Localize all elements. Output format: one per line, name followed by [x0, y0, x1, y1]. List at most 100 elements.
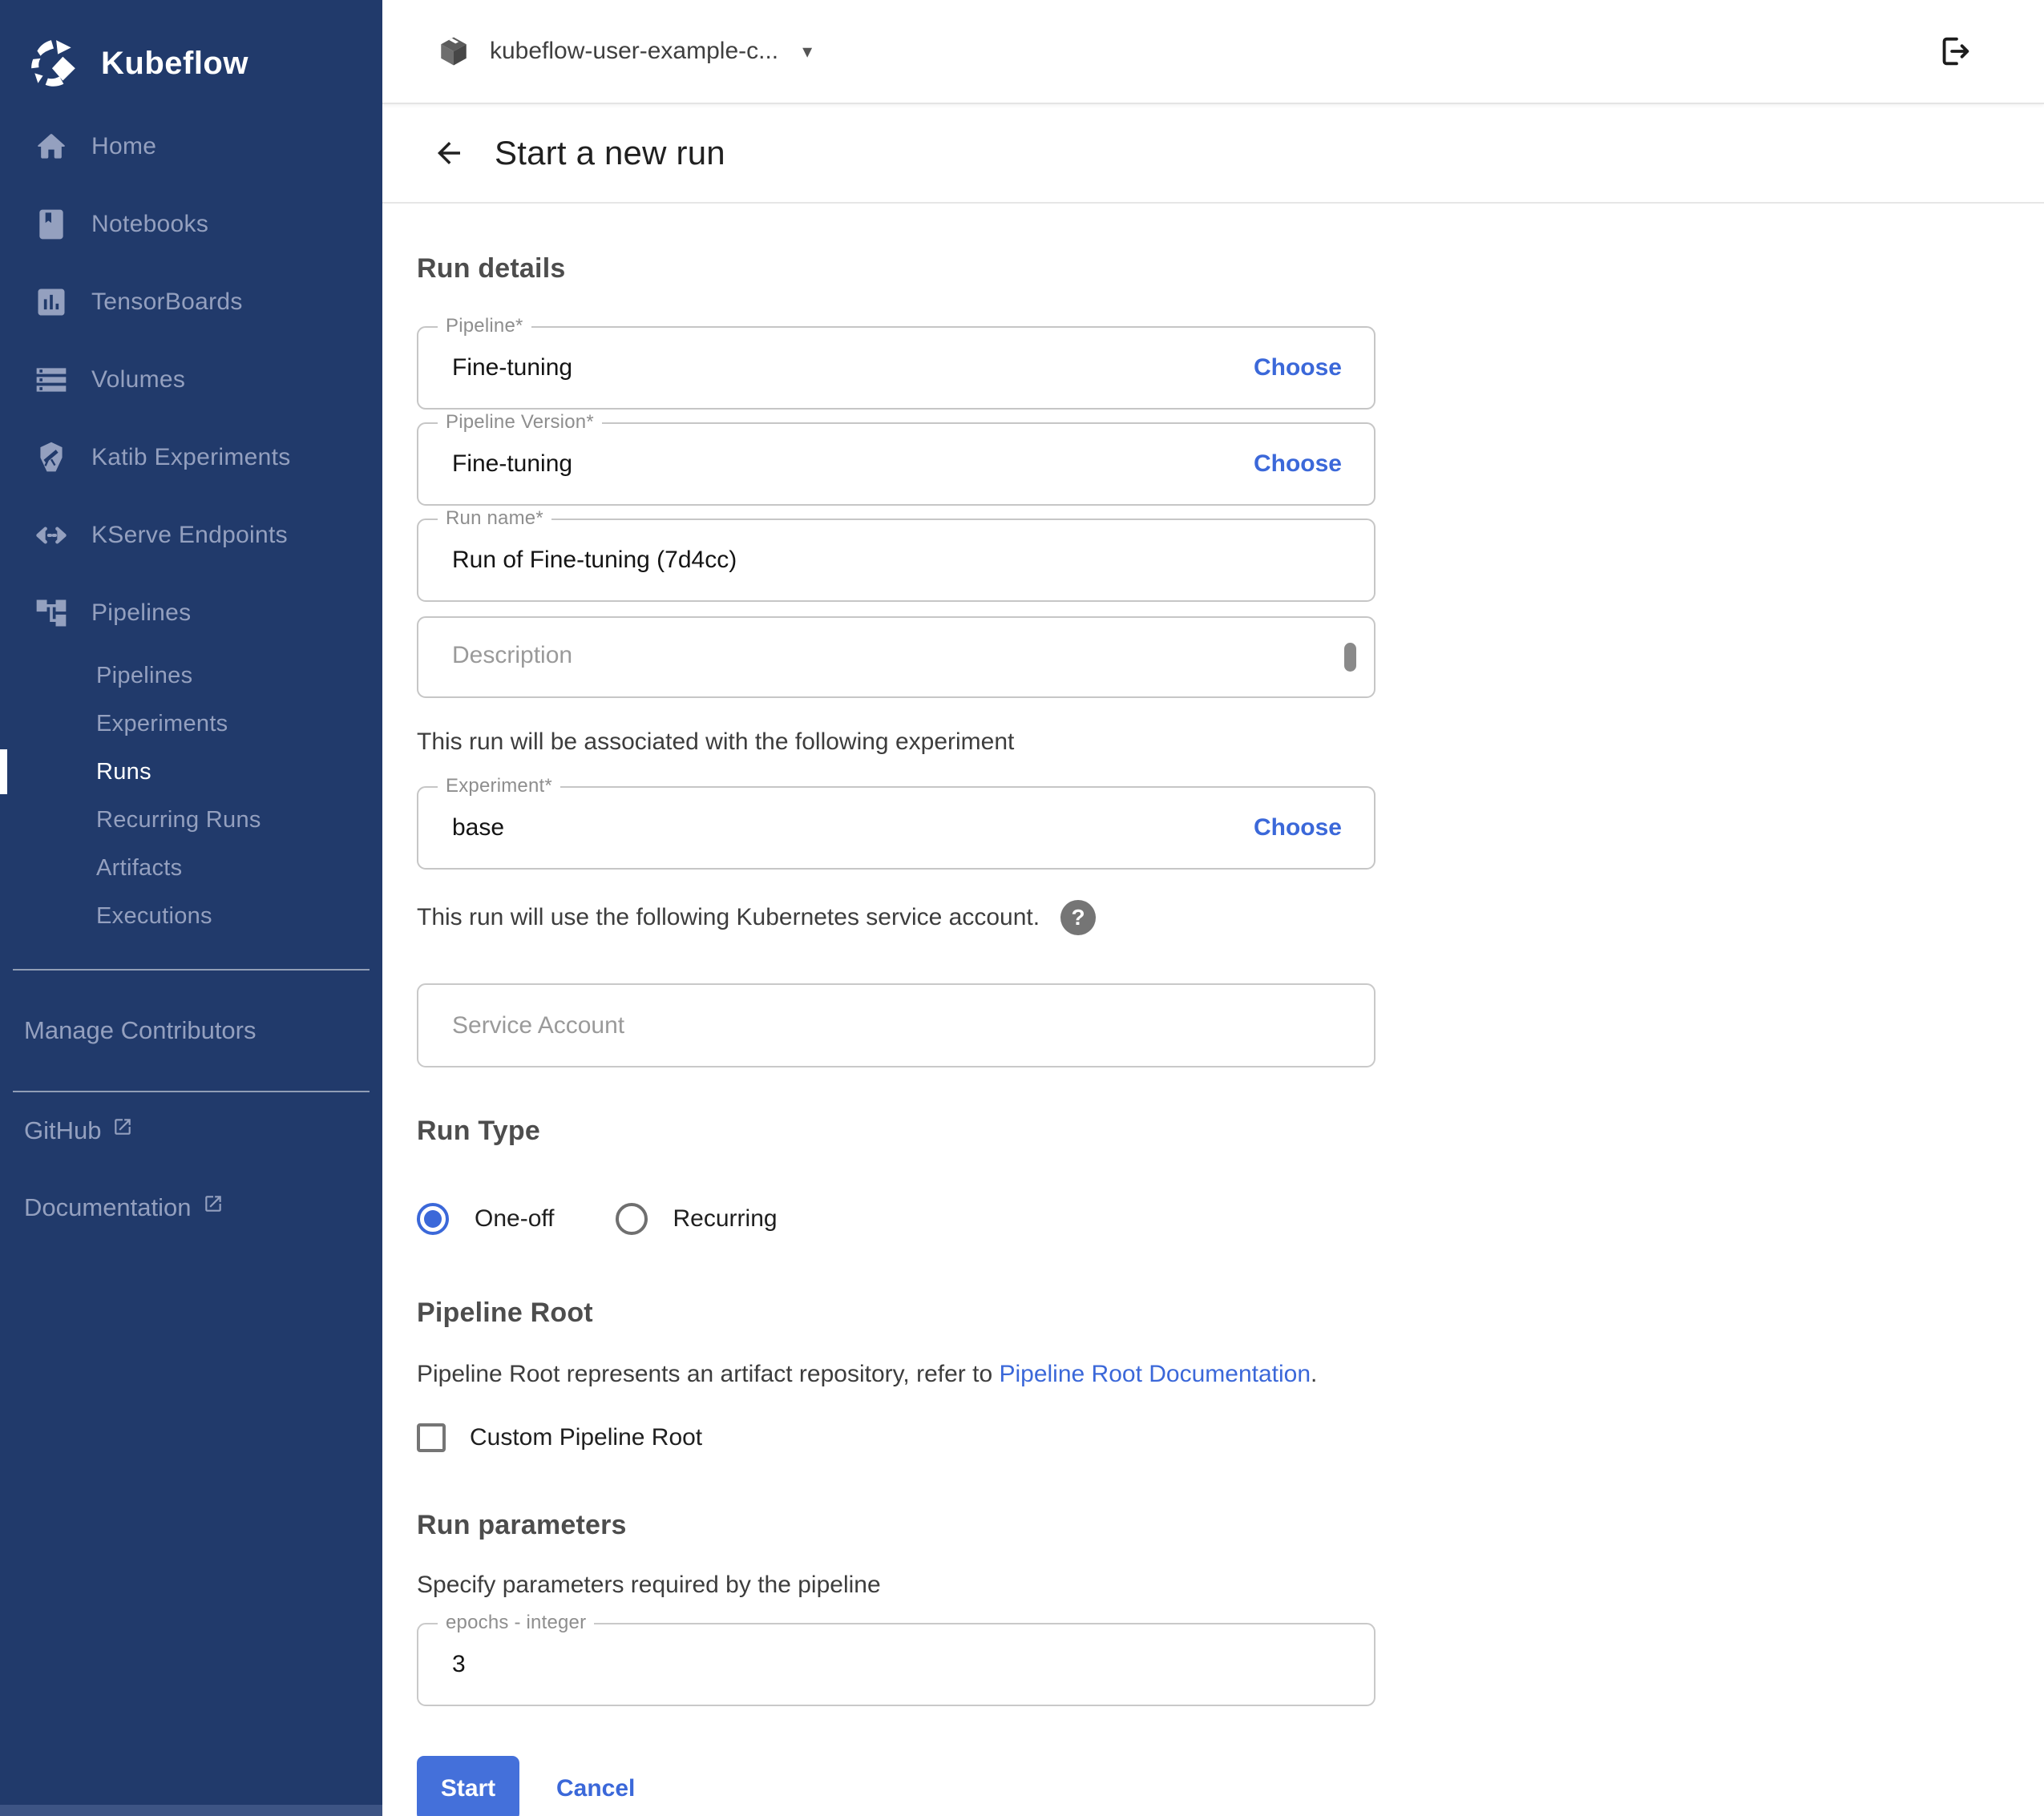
external-link-icon [203, 1192, 224, 1213]
run-type-options: One-off Recurring [417, 1203, 2044, 1235]
pipeline-field-label: Pipeline* [438, 315, 531, 337]
radio-label: One-off [475, 1205, 555, 1233]
run-form: Run details Pipeline* Choose Pipeline Ve… [382, 204, 2044, 1816]
namespace-cube-icon [437, 34, 471, 68]
logout-button[interactable] [1937, 33, 1973, 70]
pipeline-input[interactable] [418, 344, 1254, 392]
sidebar-subitem-runs[interactable]: Runs [0, 748, 382, 796]
experiment-choose-button[interactable]: Choose [1254, 814, 1342, 841]
sidebar-item-manage-contributors[interactable]: Manage Contributors [0, 995, 382, 1067]
sidebar-subitem-label: Recurring Runs [96, 807, 261, 833]
back-button[interactable] [432, 136, 466, 170]
radio-unselected-icon [616, 1203, 648, 1235]
sidebar-bottom-strip [0, 1805, 382, 1816]
service-account-note: This run will use the following Kubernet… [417, 904, 1040, 931]
service-account-field [417, 983, 1375, 1067]
experiment-input[interactable] [418, 804, 1254, 852]
external-link-icon [112, 1115, 133, 1136]
pipelines-icon [34, 595, 69, 631]
namespace-name: kubeflow-user-example-c... [490, 38, 778, 65]
service-account-input[interactable] [418, 1002, 1374, 1050]
pipeline-root-heading: Pipeline Root [417, 1297, 2044, 1329]
experiment-note: This run will be associated with the fol… [417, 728, 1539, 756]
namespace-selector[interactable]: kubeflow-user-example-c... ▾ [437, 34, 812, 68]
github-link-label: GitHub [24, 1116, 101, 1145]
kubeflow-logo[interactable]: Kubeflow [0, 0, 382, 103]
sidebar-subitem-label: Artifacts [96, 855, 182, 882]
sidebar-link-documentation[interactable]: Documentation [0, 1169, 382, 1246]
sidebar-subitem-label: Experiments [96, 711, 228, 737]
pipeline-version-choose-button[interactable]: Choose [1254, 450, 1342, 478]
pipeline-choose-button[interactable]: Choose [1254, 354, 1342, 381]
sidebar-item-katib-experiments[interactable]: Katib Experiments [0, 418, 382, 496]
divider [13, 969, 370, 971]
kubeflow-logo-text: Kubeflow [101, 46, 248, 82]
active-indicator [0, 749, 7, 794]
home-icon [34, 129, 69, 164]
sidebar-item-label: TensorBoards [91, 289, 243, 316]
custom-pipeline-root-option[interactable]: Custom Pipeline Root [417, 1423, 2044, 1452]
run-parameters-heading: Run parameters [417, 1510, 2044, 1541]
sidebar-item-pipelines[interactable]: Pipelines [0, 574, 382, 652]
pipeline-root-note: Pipeline Root represents an artifact rep… [417, 1361, 1539, 1388]
notebook-icon [34, 207, 69, 242]
sidebar-item-label: Katib Experiments [91, 444, 291, 471]
epochs-input[interactable] [418, 1640, 1374, 1689]
start-button[interactable]: Start [417, 1756, 519, 1816]
cancel-button[interactable]: Cancel [556, 1775, 635, 1802]
sidebar-item-label: KServe Endpoints [91, 522, 288, 549]
page-title: Start a new run [495, 134, 725, 172]
sidebar-subitem-recurring-runs[interactable]: Recurring Runs [0, 796, 382, 844]
sidebar-subitem-executions[interactable]: Executions [0, 892, 382, 940]
back-arrow-icon [432, 136, 466, 170]
run-name-field-label: Run name* [438, 507, 551, 530]
help-icon[interactable]: ? [1060, 900, 1096, 935]
sidebar-item-label: Volumes [91, 366, 185, 393]
kubeflow-app: Kubeflow Home Notebooks TensorBoards [0, 0, 2044, 1816]
sidebar-subitem-label: Executions [96, 903, 212, 930]
sidebar-item-kserve-endpoints[interactable]: KServe Endpoints [0, 496, 382, 574]
pipeline-root-note-text: Pipeline Root represents an artifact rep… [417, 1361, 999, 1387]
form-actions: Start Cancel [417, 1756, 2044, 1816]
run-type-recurring-option[interactable]: Recurring [616, 1203, 778, 1235]
pipeline-version-input[interactable] [418, 440, 1254, 488]
page-header: Start a new run [382, 104, 2044, 204]
sidebar-link-github[interactable]: GitHub [0, 1092, 382, 1169]
bar-chart-icon [34, 285, 69, 320]
pipeline-field: Pipeline* Choose [417, 326, 1375, 410]
sidebar-item-label: Home [91, 133, 156, 160]
sidebar-subitem-artifacts[interactable]: Artifacts [0, 844, 382, 892]
kubeflow-logo-icon [27, 37, 80, 90]
pipeline-root-doc-link[interactable]: Pipeline Root Documentation [999, 1361, 1311, 1387]
run-name-input[interactable] [418, 536, 1374, 584]
main-area: kubeflow-user-example-c... ▾ Start a new… [382, 0, 2044, 1816]
sidebar-item-label: Notebooks [91, 211, 208, 238]
sidebar-item-label: Pipelines [91, 599, 191, 627]
run-parameters-note: Specify parameters required by the pipel… [417, 1572, 1539, 1599]
sidebar-item-tensorboards[interactable]: TensorBoards [0, 263, 382, 341]
manage-contributors-label: Manage Contributors [24, 1016, 257, 1045]
pipeline-version-field: Pipeline Version* Choose [417, 422, 1375, 506]
run-name-field: Run name* [417, 519, 1375, 602]
experiment-field: Experiment* Choose [417, 786, 1375, 870]
sidebar-item-notebooks[interactable]: Notebooks [0, 185, 382, 263]
custom-pipeline-root-label: Custom Pipeline Root [470, 1424, 702, 1451]
sidebar-item-home[interactable]: Home [0, 107, 382, 185]
sidebar-subitem-label: Runs [96, 759, 151, 785]
run-details-heading: Run details [417, 253, 2044, 285]
sidebar-subitem-label: Pipelines [96, 663, 192, 689]
documentation-link-label: Documentation [24, 1193, 192, 1222]
run-type-heading: Run Type [417, 1116, 2044, 1147]
pipeline-root-note-period: . [1311, 1361, 1317, 1387]
sidebar-subitem-pipelines[interactable]: Pipelines [0, 652, 382, 700]
pipeline-version-field-label: Pipeline Version* [438, 411, 602, 434]
sidebar-item-volumes[interactable]: Volumes [0, 341, 382, 418]
resize-handle[interactable] [1344, 643, 1356, 672]
experiment-field-label: Experiment* [438, 775, 560, 797]
run-type-one-off-option[interactable]: One-off [417, 1203, 555, 1235]
description-input[interactable] [418, 618, 1374, 696]
sidebar-subitem-experiments[interactable]: Experiments [0, 700, 382, 748]
description-field [417, 616, 1375, 698]
storage-icon [34, 362, 69, 398]
epochs-field: epochs - integer [417, 1623, 1375, 1706]
